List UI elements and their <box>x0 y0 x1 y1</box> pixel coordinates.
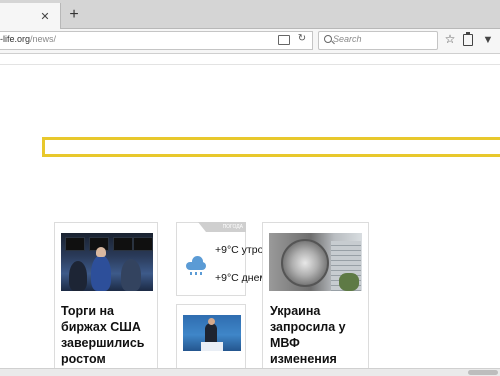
search-placeholder: Search <box>333 34 362 44</box>
url-host: -life.org <box>0 34 31 44</box>
news-card-stocks[interactable]: Торги на биржах США завершились ростом <box>54 222 158 375</box>
reader-view-icon[interactable] <box>278 35 290 45</box>
bookmark-star-icon[interactable]: ☆ <box>444 32 456 46</box>
add-tab-icon[interactable]: + <box>66 7 82 23</box>
url-path: /news/ <box>30 34 57 44</box>
weather-widget[interactable]: ПОГОДА +9°C утром +9°C днем <box>176 222 271 296</box>
tab-bar: ✕ + <box>0 0 500 29</box>
url-text: -life.org/news/ <box>0 34 56 44</box>
toolbar-divider <box>0 64 500 65</box>
reload-icon[interactable]: ↻ <box>296 33 308 45</box>
search-input[interactable]: Search <box>318 31 438 50</box>
address-bar[interactable]: -life.org/news/ <box>0 31 313 50</box>
close-icon[interactable]: ✕ <box>39 11 51 23</box>
highlighted-search-box[interactable] <box>42 137 500 157</box>
tab-news[interactable] <box>0 3 61 29</box>
news-card-imf[interactable]: Украина запросила у МВФ изменения <box>262 222 369 375</box>
clipboard-icon[interactable] <box>463 32 473 46</box>
download-icon[interactable]: ▼ <box>482 33 494 47</box>
search-icon <box>324 35 332 43</box>
weather-day: +9°C днем <box>215 272 267 284</box>
news-headline[interactable]: Торги на биржах США завершились ростом <box>61 303 155 367</box>
rain-cloud-icon <box>186 256 208 275</box>
weather-badge: ПОГОДА <box>198 222 246 232</box>
scrollbar-thumb[interactable] <box>468 370 498 375</box>
stock-exchange-photo <box>61 233 153 291</box>
nato-press-photo <box>183 315 241 351</box>
news-headline[interactable]: Украина запросила у МВФ изменения <box>270 303 366 367</box>
news-card-nato[interactable] <box>176 304 246 375</box>
imf-seal-photo <box>269 233 362 291</box>
